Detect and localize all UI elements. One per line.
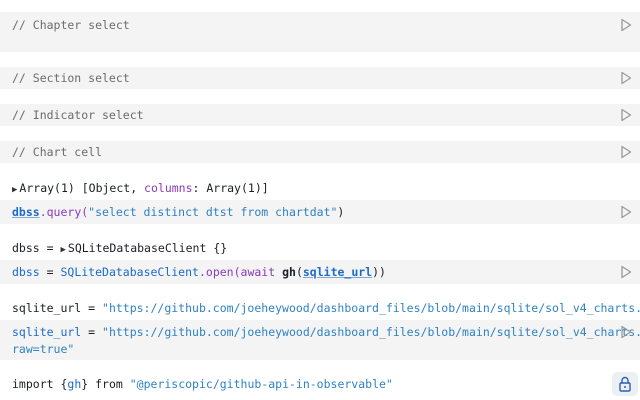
run-cell-query-icon[interactable] (620, 205, 632, 219)
expand-caret-icon[interactable]: ▶ (12, 185, 17, 195)
indicator-select-code: // Indicator select (12, 108, 144, 122)
url-output[interactable]: sqlite_url = "https://github.com/joeheyw… (12, 301, 640, 315)
url-code-line-2: raw=true" (12, 342, 75, 356)
client-output[interactable]: dbss = ▶ SQLiteDatabaseClient {} (12, 241, 227, 255)
code-cell-indicator-select[interactable]: // Indicator select (0, 104, 640, 126)
client-code: dbss = SQLiteDatabaseClient.open(await g… (12, 265, 386, 279)
run-cell-url-icon[interactable] (620, 325, 632, 339)
code-cell-url[interactable]: sqlite_url = "https://github.com/joeheyw… (0, 320, 640, 360)
code-cell-client[interactable]: dbss = SQLiteDatabaseClient.open(await g… (0, 260, 640, 284)
query-code: dbss.query("select distinct dtst from ch… (12, 205, 345, 219)
query-output[interactable]: ▶ Array(1) [Object, columns: Array(1)] (12, 181, 269, 195)
run-cell-section-icon[interactable] (620, 71, 632, 85)
code-cell-chart[interactable]: // Chart cell (0, 141, 640, 163)
code-cell-section-select[interactable]: // Section select (0, 67, 640, 89)
section-select-code: // Section select (12, 71, 130, 85)
run-cell-client-icon[interactable] (620, 265, 632, 279)
expand-caret-icon[interactable]: ▶ (60, 245, 65, 255)
chart-cell-code: // Chart cell (12, 145, 103, 159)
code-cell-chapter-select[interactable]: // Chapter select (0, 12, 640, 52)
url-code-line-1: sqlite_url = "https://github.com/joeheyw… (12, 325, 640, 339)
code-cell-query[interactable]: dbss.query("select distinct dtst from ch… (0, 200, 640, 224)
lock-icon[interactable] (612, 372, 638, 396)
import-code[interactable]: import {gh} from "@periscopic/github-api… (12, 377, 393, 391)
run-cell-chart-icon[interactable] (620, 145, 632, 159)
run-cell-chapter-icon[interactable] (620, 18, 632, 32)
run-cell-indicator-icon[interactable] (620, 108, 632, 122)
chapter-select-code: // Chapter select (12, 18, 130, 32)
